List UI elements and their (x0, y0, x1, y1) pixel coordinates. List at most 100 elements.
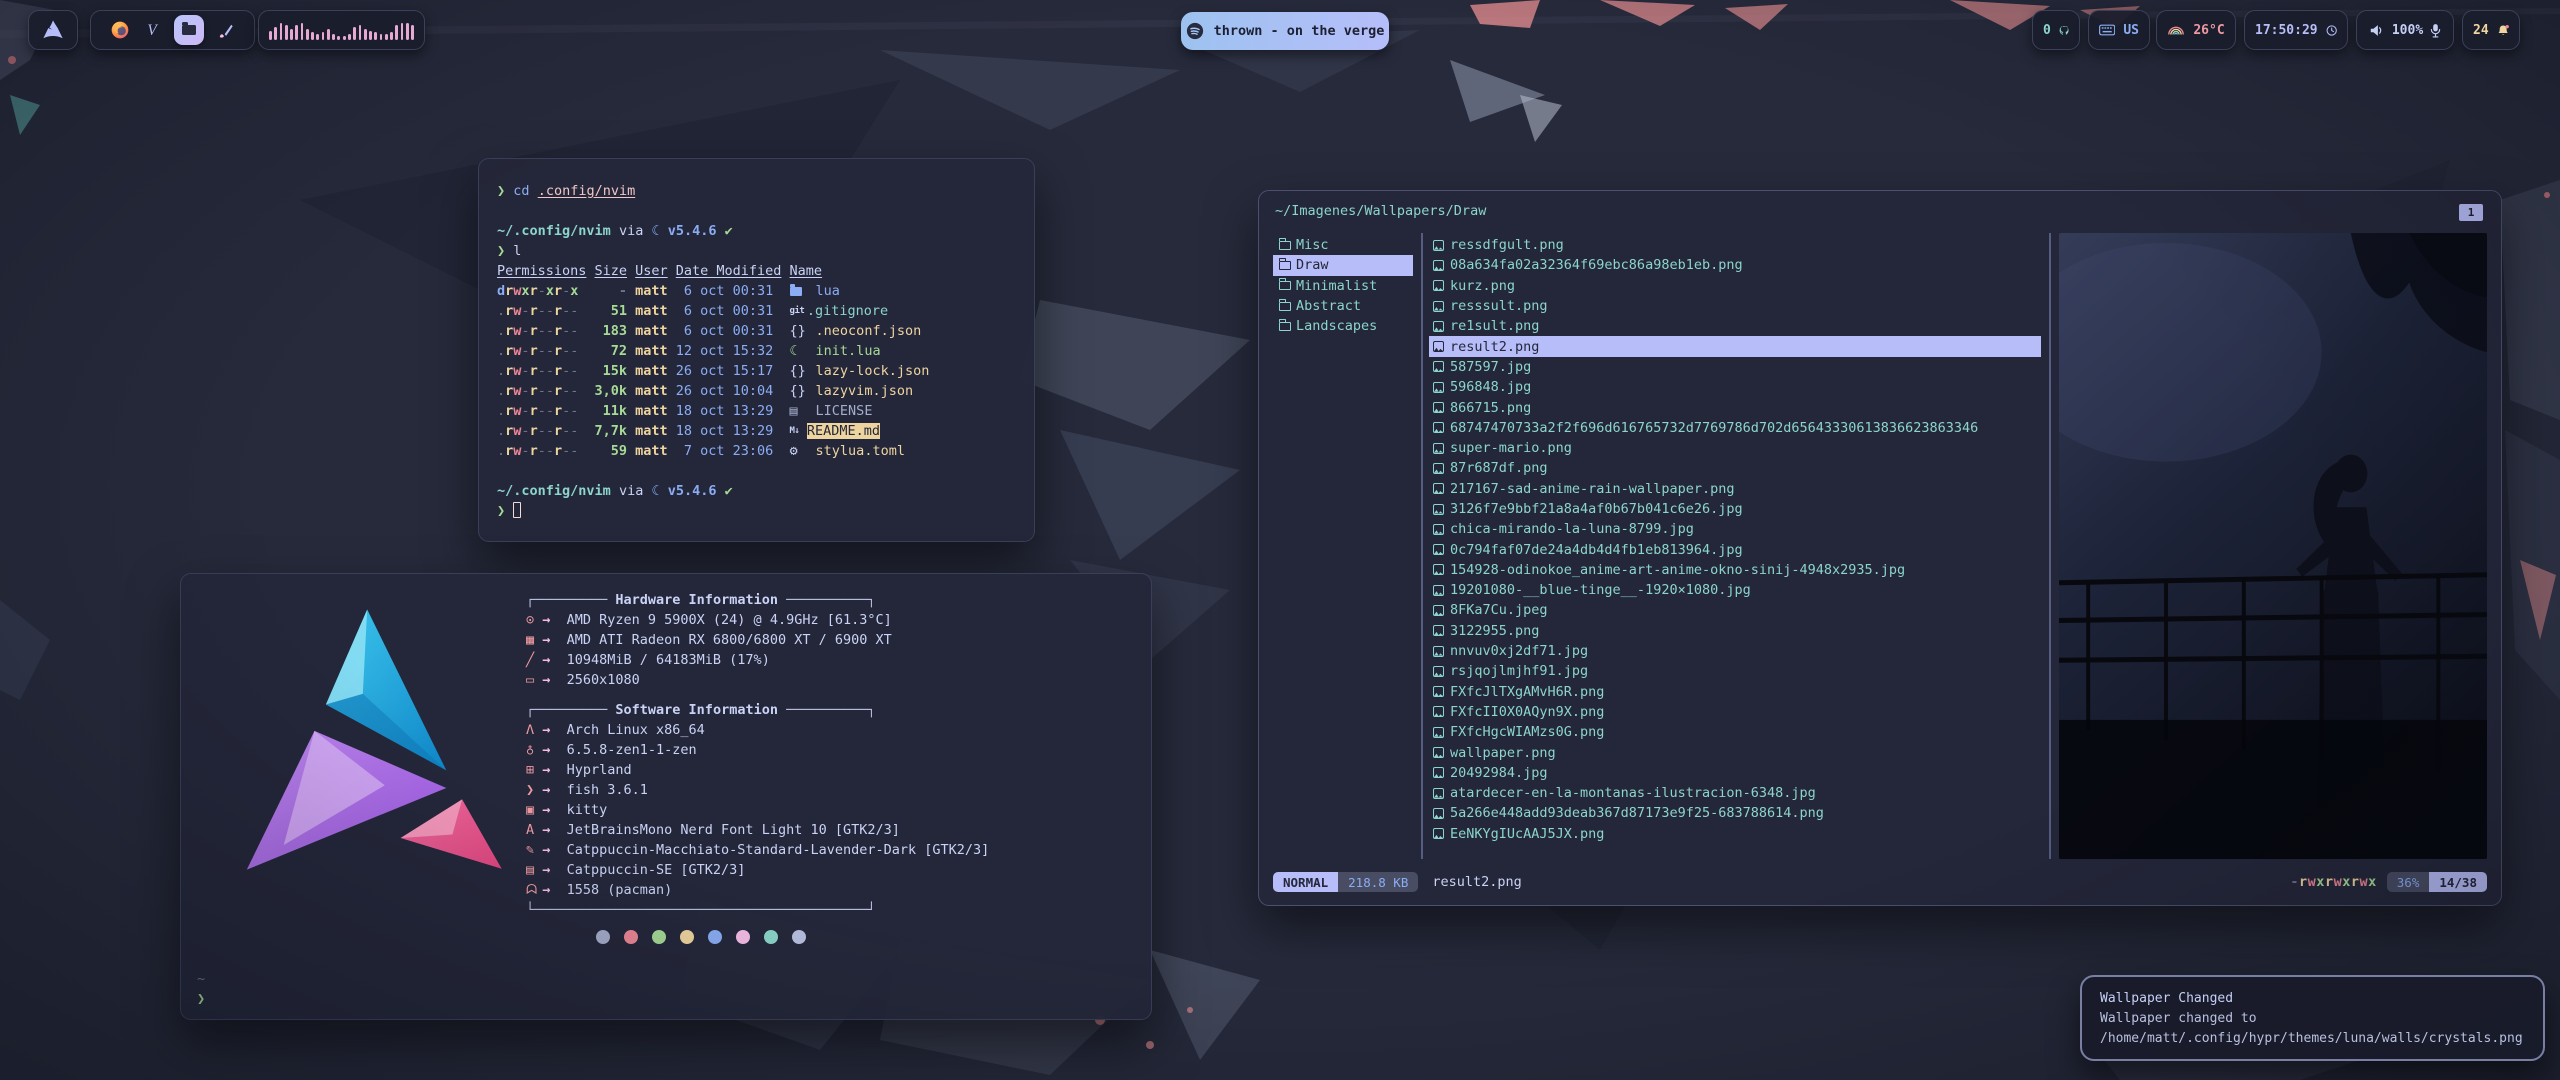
file-list-item[interactable]: 8FKa7Cu.jpeg (1429, 600, 2041, 620)
selected-filename: result2.png (1432, 874, 1521, 890)
theme-icon: ✎ (526, 840, 542, 860)
file-list-item[interactable]: 20492984.jpg (1429, 763, 2041, 783)
file-list-item[interactable]: wallpaper.png (1429, 742, 2041, 762)
folder-icon (790, 281, 808, 302)
visualizer-bar (406, 23, 409, 40)
file-row: .rw-r--r--11kmatt18 oct 13:29▤LICENSE (497, 401, 1016, 421)
file-list-item[interactable]: FXfcHgcWIAMzs0G.png (1429, 722, 2041, 742)
file-name: lua (816, 283, 840, 299)
file-row: .rw-r--r--51matt 6 oct 00:31git.gitignor… (497, 301, 1016, 321)
file-list-item[interactable]: chica-mirando-la-luna-8799.jpg (1429, 519, 2041, 539)
sidebar-item-abstract[interactable]: Abstract (1273, 296, 1413, 316)
crystal-logo (231, 584, 521, 904)
file-list-item[interactable]: 19201080-__blue-tinge__-1920×1080.jpg (1429, 580, 2041, 600)
visualizer-bar (411, 25, 414, 40)
file-list-item[interactable]: 866715.png (1429, 397, 2041, 417)
module-notifications[interactable]: 24 (2462, 10, 2520, 50)
prompt-context: ~/.config/nvim via ☾ v5.4.6 ✔ (497, 221, 1016, 241)
visualizer-bar (274, 27, 277, 40)
file-list-item[interactable]: super-mario.png (1429, 438, 2041, 458)
visualizer-bar (269, 31, 272, 41)
fetch-row: ▣→kitty (526, 800, 989, 820)
fetch-value: 1558 (pacman) (567, 882, 673, 898)
file-list-item[interactable]: 3122955.png (1429, 621, 2041, 641)
visualizer-bar (380, 34, 383, 40)
module-clock[interactable]: 17:50:29 (2244, 10, 2348, 50)
image-icon (1433, 646, 1444, 657)
speaker-icon (2369, 23, 2385, 38)
sidebar-item-draw[interactable]: Draw (1273, 255, 1413, 275)
permissions: .rw-r--r-- (497, 361, 586, 381)
file-list-item[interactable]: result2.png (1429, 336, 2041, 356)
folder-icon (182, 25, 196, 35)
palette-dot (624, 930, 638, 944)
tab-badge[interactable]: 1 (2459, 204, 2483, 221)
pane-divider (1421, 233, 1423, 859)
terminal-window[interactable]: ❯ cd .config/nvim ~/.config/nvim via ☾ v… (478, 158, 1035, 542)
file-list-item[interactable]: 587597.jpg (1429, 357, 2041, 377)
file-list-item[interactable]: nnvuv0xj2df71.jpg (1429, 641, 2041, 661)
file-name: .neoconf.json (816, 323, 922, 339)
arrow-icon: → (542, 740, 566, 760)
file-list-item[interactable]: EeNKYgIUcAAJ5JX.png (1429, 824, 2041, 844)
file-list-item[interactable]: FXfcII0X0AQyn9X.png (1429, 702, 2041, 722)
workspace-paint[interactable] (217, 21, 236, 40)
image-icon (1433, 564, 1444, 575)
file-name: wallpaper.png (1450, 745, 1556, 761)
file-name: chica-mirando-la-luna-8799.jpg (1450, 521, 1694, 537)
fetch-row: ▤→Catppuccin-SE [GTK2/3] (526, 860, 989, 880)
file-owner: matt (635, 341, 668, 361)
image-icon (1433, 524, 1444, 535)
file-list-item[interactable]: 154928-odinokoe_anime-art-anime-okno-sin… (1429, 560, 2041, 580)
file-list-item[interactable]: re1sult.png (1429, 316, 2041, 336)
file-name: 217167-sad-anime-rain-wallpaper.png (1450, 481, 1734, 497)
file-list-item[interactable]: 68747470733a2f2f696d616765732d7769786d70… (1429, 418, 2041, 438)
workspace-files-active[interactable] (174, 15, 204, 45)
file-date: 6 oct 00:31 (676, 321, 782, 341)
image-icon (1433, 483, 1444, 494)
sidebar-item-minimalist[interactable]: Minimalist (1273, 276, 1413, 296)
file-list-item[interactable]: 596848.jpg (1429, 377, 2041, 397)
gpu-icon: ▦ (526, 630, 542, 650)
sidebar-item-landscapes[interactable]: Landscapes (1273, 316, 1413, 336)
fetch-value: Catppuccin-SE [GTK2/3] (567, 862, 746, 878)
module-keyboard-layout[interactable]: US (2088, 10, 2150, 50)
file-list-item[interactable]: FXfcJlTXgAMvH6R.png (1429, 682, 2041, 702)
file-list-item[interactable]: ressdfgult.png (1429, 235, 2041, 255)
file-owner: matt (635, 421, 668, 441)
workspace-neovim[interactable]: V (143, 21, 161, 39)
arrow-icon: → (542, 760, 566, 780)
system-fetch-window[interactable]: ┌───────── Hardware Information ────────… (180, 573, 1152, 1020)
image-icon (1433, 706, 1444, 717)
clock-time: 17:50:29 (2255, 23, 2318, 38)
file-name: FXfcHgcWIAMzs0G.png (1450, 724, 1604, 740)
notification-popup[interactable]: Wallpaper Changed Wallpaper changed to /… (2080, 975, 2545, 1061)
file-list-item[interactable]: rsjqojlmjhf91.jpg (1429, 661, 2041, 681)
module-audio[interactable]: 100% (2356, 10, 2454, 50)
file-row: .rw-r--r--72matt12 oct 15:32☾init.lua (497, 341, 1016, 361)
file-manager-window[interactable]: ~/Imagenes/Wallpapers/Draw 1 MiscDrawMin… (1258, 190, 2502, 906)
file-list-item[interactable]: atardecer-en-la-montanas-ilustracion-634… (1429, 783, 2041, 803)
fetch-row: ⊙→AMD Ryzen 9 5900X (24) @ 4.9GHz [61.3°… (526, 610, 989, 630)
image-icon (1433, 321, 1444, 332)
module-updates[interactable]: 0 (2032, 10, 2080, 50)
file-list-item[interactable]: 08a634fa02a32364f69ebc86a98eb1eb.png (1429, 255, 2041, 275)
sidebar-item-misc[interactable]: Misc (1273, 235, 1413, 255)
file-list-item[interactable]: 217167-sad-anime-rain-wallpaper.png (1429, 479, 2041, 499)
media-player-widget[interactable]: thrown - on the verge (1181, 12, 1389, 50)
file-list-item[interactable]: 5a266e448add93deab367d87173e9f25-6837886… (1429, 803, 2041, 823)
image-icon (1433, 686, 1444, 697)
file-list-item[interactable]: 87r687df.png (1429, 458, 2041, 478)
file-list: ressdfgult.png08a634fa02a32364f69ebc86a9… (1429, 233, 2041, 859)
file-list-item[interactable]: 3126f7e9bbf21a8a4af0b67b041c6e26.jpg (1429, 499, 2041, 519)
file-owner: matt (635, 361, 668, 381)
file-name: atardecer-en-la-montanas-ilustracion-634… (1450, 785, 1816, 801)
prompt-line[interactable]: ❯ (497, 501, 1016, 521)
workspace-firefox[interactable] (110, 20, 130, 40)
module-weather[interactable]: 26°C (2156, 10, 2236, 50)
file-row: .rw-r--r--183matt 6 oct 00:31{}.neoconf.… (497, 321, 1016, 341)
file-list-item[interactable]: kurz.png (1429, 276, 2041, 296)
file-list-item[interactable]: 0c794faf07de24a4db4d4fb1eb813964.jpg (1429, 539, 2041, 559)
file-list-item[interactable]: resssult.png (1429, 296, 2041, 316)
launcher-button[interactable] (28, 10, 78, 50)
